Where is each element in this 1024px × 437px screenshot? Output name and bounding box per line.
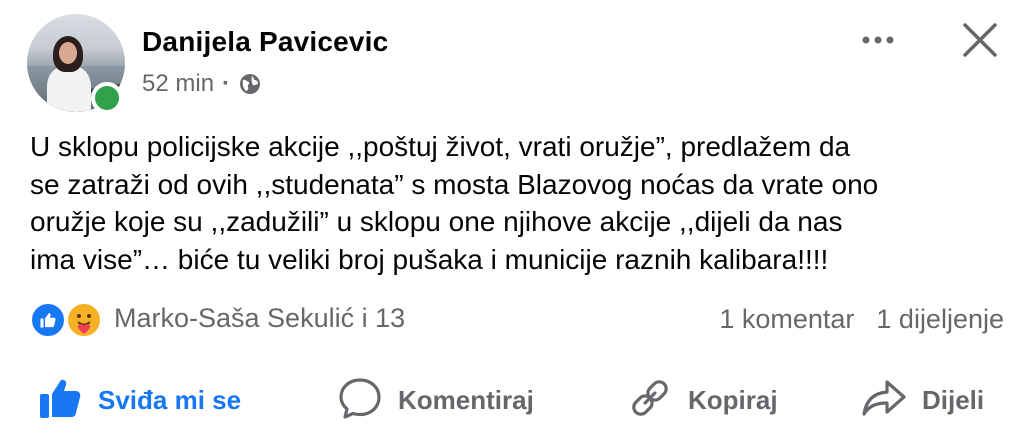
post-text-line: oružje koje su ,,zadužili” u sklopu one … — [30, 206, 843, 237]
online-status-dot — [91, 82, 123, 114]
comment-button-label: Komentiraj — [398, 384, 534, 415]
link-icon — [626, 374, 674, 427]
thumbs-up-icon — [36, 374, 84, 427]
post-actions: Sviđa mi se Komentiraj Kopiraj Dijeli — [0, 372, 1024, 428]
like-reaction-icon — [30, 302, 66, 338]
globe-icon[interactable] — [238, 72, 262, 96]
share-button-label: Dijeli — [922, 384, 985, 415]
copy-button[interactable]: Kopiraj — [626, 372, 778, 428]
post-text-line: se zatraži od ovih ,,studenata” s mosta … — [30, 168, 879, 200]
reaction-icons — [30, 300, 108, 338]
copy-button-label: Kopiraj — [688, 384, 778, 415]
care-reaction-icon — [66, 302, 102, 338]
like-button[interactable]: Sviđa mi se — [36, 372, 241, 428]
share-count[interactable]: 1 dijeljenje — [876, 304, 1004, 335]
author-name[interactable]: Danijela Pavicevic — [142, 26, 388, 58]
comment-button[interactable]: Komentiraj — [336, 372, 534, 428]
share-button[interactable]: Dijeli — [860, 372, 984, 428]
post-text-line: U sklopu policijske akcije ,,poštuj živo… — [30, 131, 851, 162]
close-icon[interactable] — [960, 20, 1000, 60]
post-meta: 52 min · — [142, 70, 262, 98]
share-arrow-icon — [860, 374, 908, 427]
post-time[interactable]: 52 min — [142, 70, 214, 98]
reaction-names: Marko-Saša Sekulić i 13 — [114, 302, 406, 333]
avatar-figure-face — [59, 42, 77, 64]
more-horizontal-icon[interactable] — [858, 28, 898, 52]
meta-separator: · — [222, 70, 231, 97]
engagement-counts: 1 komentar 1 dijeljenje — [719, 304, 1004, 335]
post-text-line: ima vise”… biće tu veliki broj pušaka i … — [30, 243, 829, 275]
post-text: U sklopu policijske akcije ,,poštuj živo… — [30, 128, 1010, 278]
avatar-figure-body — [47, 66, 91, 112]
comment-count[interactable]: 1 komentar — [719, 304, 854, 335]
like-button-label: Sviđa mi se — [98, 384, 242, 415]
comment-icon — [336, 374, 384, 427]
reactions-summary[interactable]: Marko-Saša Sekulić i 13 — [30, 300, 406, 338]
